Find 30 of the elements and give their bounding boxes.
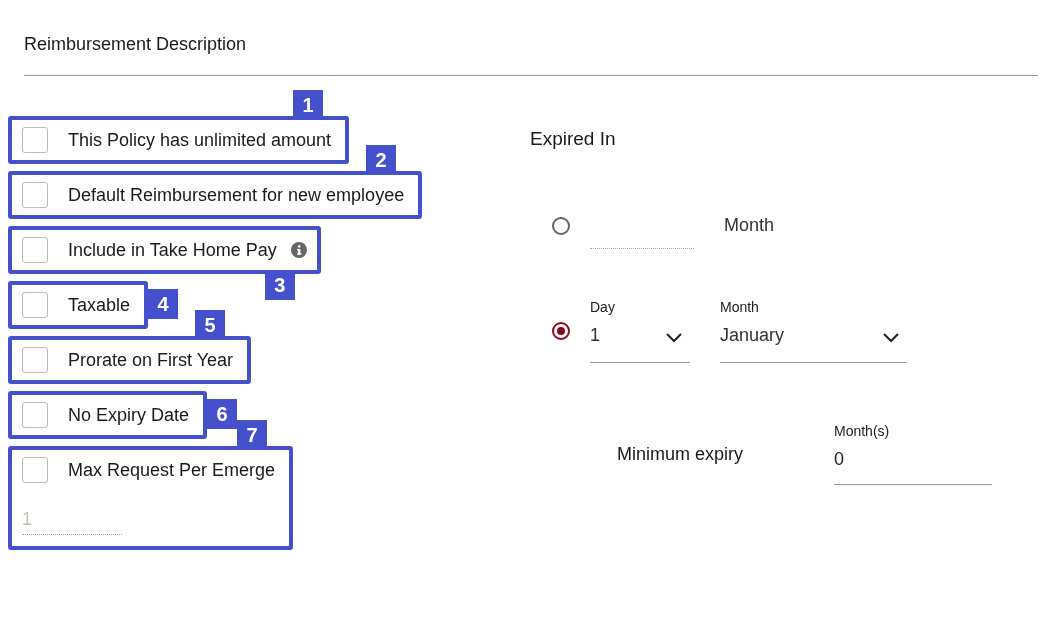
checkbox-label: Taxable <box>68 294 132 316</box>
checkbox-label: No Expiry Date <box>68 404 191 426</box>
checkbox-label: This Policy has unlimited amount <box>68 129 333 151</box>
day-select[interactable]: 1 <box>590 321 690 363</box>
checkbox-label: Max Request Per Emerge <box>68 459 277 481</box>
checkbox[interactable] <box>22 402 48 428</box>
radio-button[interactable] <box>552 216 570 235</box>
radio-button[interactable] <box>552 322 570 340</box>
chevron-down-icon <box>666 332 682 343</box>
section-title: Reimbursement Description <box>24 34 248 55</box>
unit-label: Month <box>724 215 775 236</box>
field-label: Month(s) <box>834 423 891 439</box>
checkbox-label: Prorate on First Year <box>68 349 235 371</box>
checkbox-label: Include in Take Home Pay <box>68 239 278 261</box>
checkbox[interactable] <box>22 457 48 483</box>
checkbox[interactable] <box>22 347 48 373</box>
checkbox[interactable] <box>22 182 48 208</box>
field-label: Month <box>720 299 760 315</box>
checkbox[interactable] <box>22 127 48 153</box>
annotation-badge: 6 <box>207 399 238 429</box>
month-select[interactable]: January <box>720 321 907 363</box>
checkbox[interactable] <box>22 292 48 318</box>
checkbox[interactable] <box>22 237 48 263</box>
info-icon[interactable] <box>290 242 307 258</box>
chevron-down-icon <box>883 332 899 343</box>
field-label: Day <box>590 299 616 315</box>
annotation-badge: 4 <box>148 289 179 319</box>
field-label: Expired In <box>530 128 617 150</box>
checkbox-label: Default Reimbursement for new employee <box>68 184 406 206</box>
field-label: Minimum expiry <box>617 443 745 465</box>
